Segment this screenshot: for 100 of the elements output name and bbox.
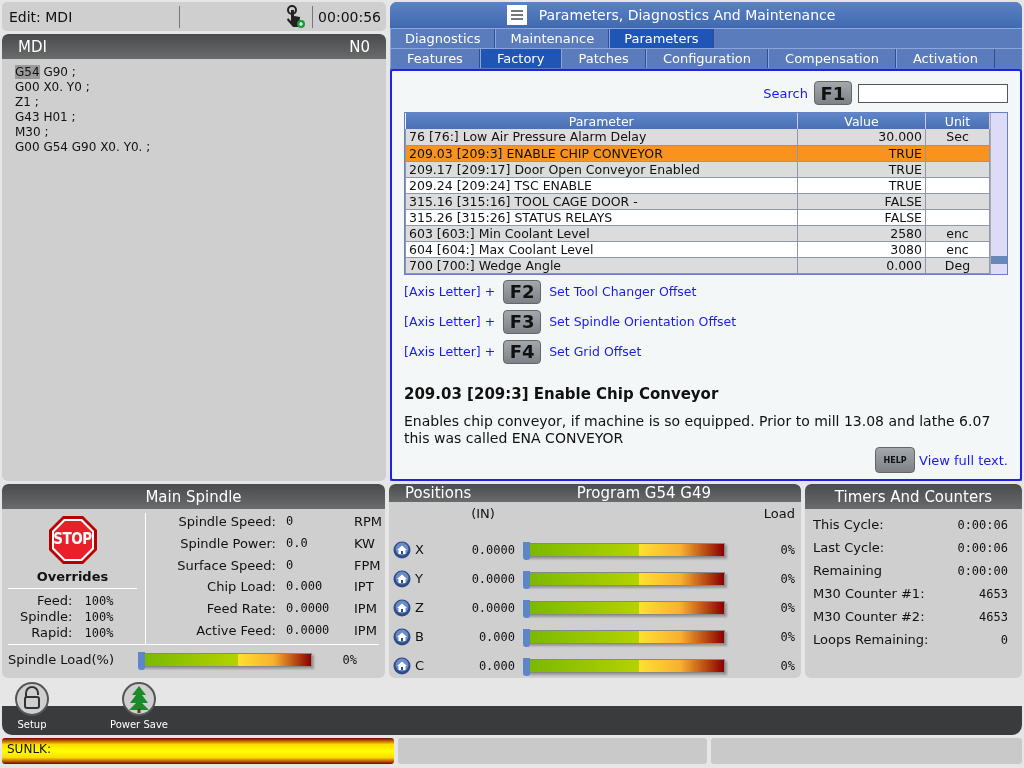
- shortcut-hint: [Axis Letter] +: [404, 344, 496, 359]
- override-value: 100%: [84, 593, 115, 609]
- table-row[interactable]: 315.16 [315:16] TOOL CAGE DOOR - FALSE: [405, 193, 990, 209]
- timer-label: Loops Remaining:: [813, 632, 930, 647]
- column-header: Parameter: [405, 113, 798, 129]
- tab[interactable]: Factory: [479, 49, 562, 68]
- shortcut-hint: [Axis Letter] +: [404, 284, 496, 299]
- code-line: G00 G54 G90 X0. Y0. ;: [15, 140, 152, 155]
- table-row[interactable]: 604 [604:] Max Coolant Level 3080 enc: [405, 241, 990, 257]
- table-row[interactable]: 700 [700:] Wedge Angle 0.000 Deg: [405, 257, 990, 273]
- timer-label: Remaining: [813, 563, 884, 578]
- tab[interactable]: Maintenance: [495, 29, 610, 48]
- home-icon: [393, 598, 411, 617]
- mode-text: Edit: MDI: [2, 5, 180, 28]
- stat-unit: IPT: [354, 578, 375, 597]
- axis-label: Z: [415, 600, 425, 615]
- axis-label: B: [415, 629, 425, 644]
- shortcut-link[interactable]: Set Spindle Orientation Offset: [549, 314, 737, 329]
- axis-value: 0.0000: [470, 600, 515, 615]
- load-reading: 0%: [779, 629, 795, 644]
- shortcut-link[interactable]: Set Grid Offset: [549, 344, 642, 359]
- stat-unit: KW: [354, 534, 376, 553]
- override-label: Rapid:: [30, 625, 73, 641]
- home-icon: [393, 656, 411, 675]
- table-row[interactable]: 315.26 [315:26] STATUS RELAYS FALSE: [405, 209, 990, 225]
- table-row[interactable]: 209.24 [209:24] TSC ENABLE TRUE: [405, 177, 990, 193]
- panel-subtitle: Program G54 G49: [576, 484, 711, 502]
- toolbar-button[interactable]: Power Save: [110, 681, 168, 735]
- stat-value: 0.0: [286, 534, 309, 552]
- override-label: Spindle:: [18, 609, 73, 625]
- table-row[interactable]: 209.03 [209:3] ENABLE CHIP CONVEYOR TRUE: [405, 145, 990, 161]
- axis-value: 0.0000: [470, 542, 515, 557]
- scroll-thumb[interactable]: [991, 255, 1007, 264]
- timer-label: Last Cycle:: [813, 540, 886, 555]
- override-value: 100%: [84, 625, 115, 641]
- stat-unit: IPM: [354, 600, 378, 619]
- key-button[interactable]: F4: [503, 339, 542, 364]
- home-icon: [393, 540, 411, 559]
- panel-title: Parameters, Diagnostics And Maintenance: [538, 7, 836, 23]
- load-reading: 0%: [779, 542, 795, 557]
- tab[interactable]: Diagnostics: [390, 29, 496, 48]
- timer-label: M30 Counter #1:: [813, 586, 926, 601]
- table-row[interactable]: 209.17 [209:17] Door Open Conveyor Enabled TRUE: [405, 161, 990, 177]
- timer-value: 0:00:06: [957, 517, 1008, 532]
- table-row[interactable]: 76 [76:] Low Air Pressure Alarm Delay 30.000 Sec: [405, 129, 990, 145]
- tab[interactable]: Compensation: [768, 49, 896, 68]
- shortcut-link[interactable]: Set Tool Changer Offset: [549, 284, 697, 299]
- home-icon: [393, 627, 411, 646]
- timer-value: 4653: [978, 586, 1008, 601]
- axis-label: X: [415, 542, 425, 557]
- timer-value: 0:00:00: [957, 563, 1008, 578]
- stat-label: Active Feed:: [195, 622, 276, 641]
- stop-sign-icon[interactable]: [47, 515, 98, 565]
- menu-icon[interactable]: [506, 5, 527, 25]
- stat-unit: FPM: [354, 556, 382, 575]
- panel-title: Timers And Counters: [834, 487, 993, 506]
- description-text: Enables chip conveyor, if machine is so equipped. Prior to mill 13.08 and lathe 6.07 this was called ENA CONVEYOR: [404, 412, 992, 447]
- key-button[interactable]: F1: [814, 81, 852, 105]
- code-line: M30 ;: [15, 125, 50, 140]
- tab[interactable]: Configuration: [645, 49, 769, 68]
- toolbar-button[interactable]: Setup: [14, 681, 50, 735]
- code-line: G00 X0. Y0 ;: [15, 80, 91, 95]
- axis-value: 0.000: [477, 629, 515, 644]
- stop-label: STOP: [52, 530, 93, 548]
- load-label: Spindle Load(%): [8, 652, 116, 667]
- search-label: Search: [763, 85, 808, 101]
- column-header: Unit: [925, 113, 990, 129]
- text-cursor: G54: [15, 65, 40, 79]
- key-button[interactable]: F3: [503, 309, 542, 334]
- panel-title: MDI: [18, 37, 47, 56]
- axis-value: 0.000: [477, 658, 515, 673]
- description-title: 209.03 [209:3] Enable Chip Conveyor: [404, 384, 720, 403]
- table-cell: 30.000: [797, 129, 926, 145]
- overrides-title: Overrides: [8, 569, 137, 589]
- stat-value: 0.0000: [286, 622, 331, 640]
- load-reading: 0%: [779, 658, 795, 673]
- code-line: Z1 ;: [15, 95, 40, 110]
- stat-value: 0.000: [286, 578, 324, 596]
- stat-label: Chip Load:: [206, 578, 276, 597]
- tab[interactable]: Patches: [561, 49, 646, 68]
- tab[interactable]: Parameters: [609, 29, 714, 48]
- shortcut-hint: [Axis Letter] +: [404, 314, 496, 329]
- timer-value: 0:00:06: [957, 540, 1008, 555]
- timer-value: 0: [999, 632, 1008, 647]
- key-button[interactable]: F2: [503, 279, 542, 304]
- padlock-icon: [14, 681, 50, 717]
- help-link[interactable]: View full text.: [919, 452, 1008, 468]
- tab[interactable]: Activation: [895, 49, 995, 68]
- tab[interactable]: Features: [390, 49, 480, 68]
- load-reading: 0%: [779, 600, 795, 615]
- axis-value: 0.0000: [470, 571, 515, 586]
- load-reading: 0%: [779, 571, 795, 586]
- tree-icon: [121, 681, 157, 717]
- timer-label: M30 Counter #2:: [813, 609, 926, 624]
- code-text: G90 ;: [42, 65, 76, 79]
- line-number: N0: [349, 37, 370, 56]
- help-button[interactable]: HELP: [875, 447, 916, 473]
- search-field[interactable]: [858, 83, 1008, 103]
- stat-value: 0.0000: [286, 600, 331, 618]
- table-row[interactable]: 603 [603:] Min Coolant Level 2580 enc: [405, 225, 990, 241]
